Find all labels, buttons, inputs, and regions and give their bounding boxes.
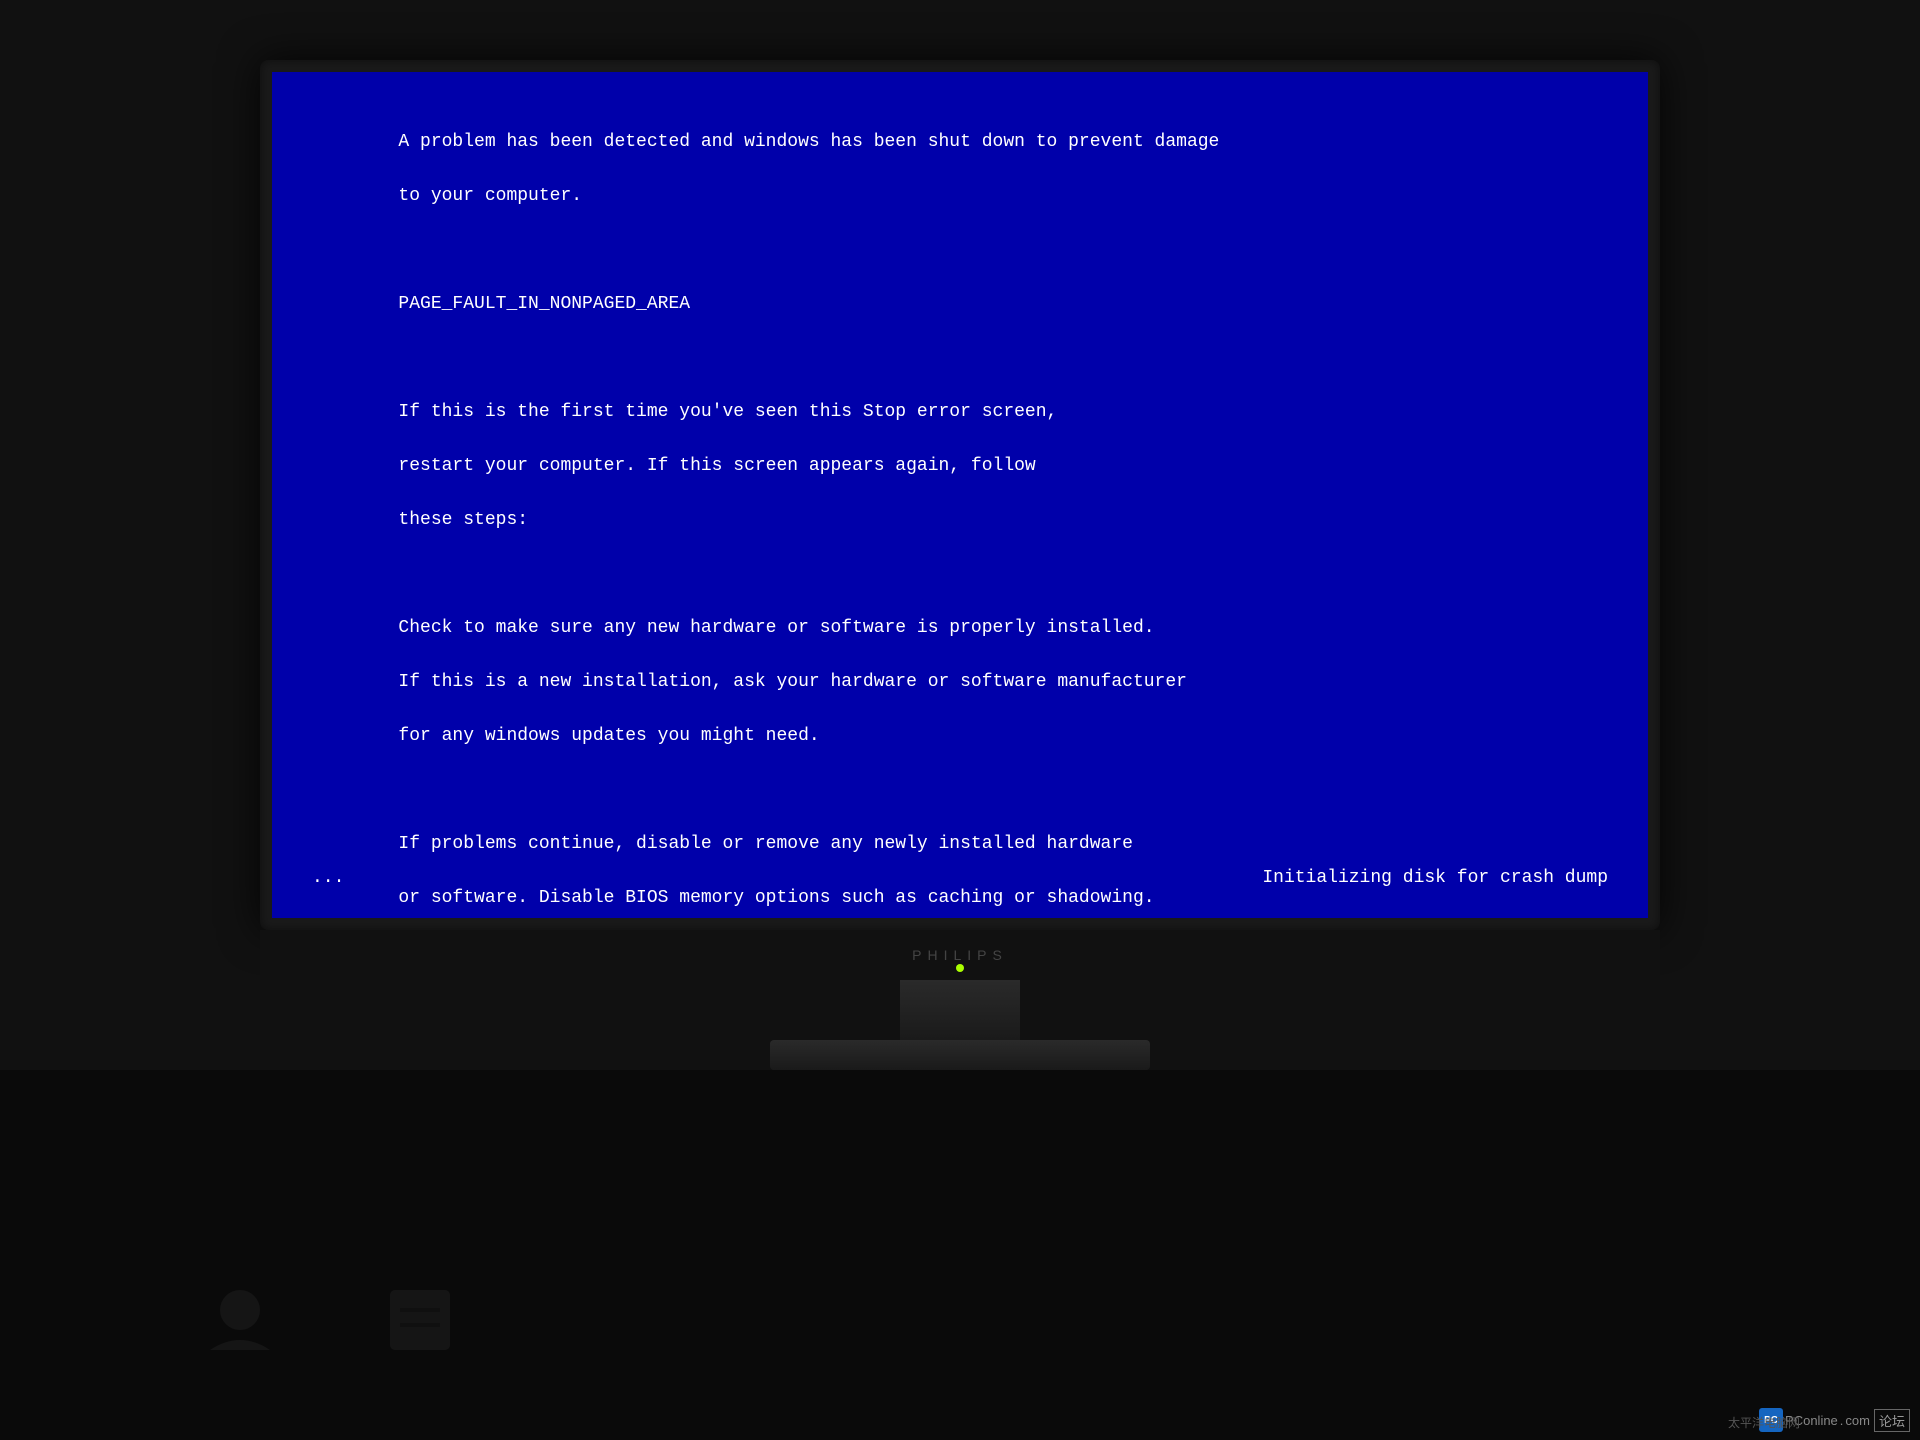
- bsod-para1-line2: restart your computer. If this screen ap…: [398, 456, 1035, 476]
- monitor-stand-neck: [900, 980, 1020, 1040]
- monitor-outer: A problem has been detected and windows …: [0, 0, 1920, 1440]
- bsod-initializing: Initializing disk for crash dump: [1262, 868, 1608, 888]
- bsod-para2-line2: If this is a new installation, ask your …: [398, 672, 1187, 692]
- power-led: [956, 964, 964, 972]
- bsod-para1-line3: these steps:: [398, 510, 528, 530]
- bsod-ellipsis: ...: [312, 868, 344, 888]
- luntan-label: 论坛: [1874, 1409, 1910, 1432]
- desk-icon-center-left: [380, 1280, 460, 1360]
- bsod-para3-line1: If problems continue, disable or remove …: [398, 834, 1133, 854]
- bsod-para2-line1: Check to make sure any new hardware or s…: [398, 618, 1154, 638]
- desk-icon-left: [200, 1280, 280, 1360]
- monitor-stand-base: [770, 1040, 1150, 1070]
- site-watermark: 太平洋电脑网: [1728, 1414, 1800, 1432]
- bsod-para2-line3: for any windows updates you might need.: [398, 726, 819, 746]
- desk-surface: PC PConline . com 论坛 太平洋电脑网: [0, 1070, 1920, 1440]
- monitor-brand: PHILIPS: [912, 947, 1008, 963]
- bsod-screen: A problem has been detected and windows …: [272, 72, 1648, 918]
- bsod-line1: A problem has been detected and windows …: [398, 132, 1219, 152]
- bsod-error-code: PAGE_FAULT_IN_NONPAGED_AREA: [398, 294, 690, 314]
- screen-bezel: A problem has been detected and windows …: [260, 60, 1660, 930]
- bsod-line2: to your computer.: [398, 186, 582, 206]
- bsod-content: A problem has been detected and windows …: [312, 102, 1608, 918]
- bsod-para3-line2: or software. Disable BIOS memory options…: [398, 888, 1154, 908]
- bsod-para1-line1: If this is the first time you've seen th…: [398, 402, 1057, 422]
